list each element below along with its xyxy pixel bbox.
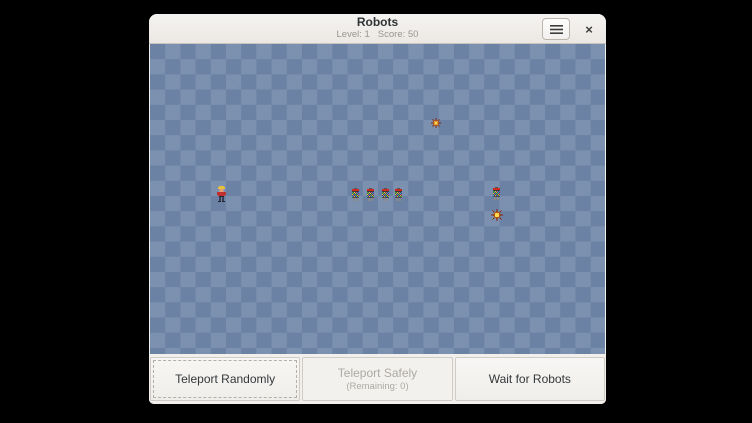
robot-sprite xyxy=(351,188,360,201)
robot-sprite xyxy=(394,188,403,201)
close-button[interactable]: × xyxy=(580,18,598,40)
menu-button[interactable] xyxy=(542,18,570,40)
wait-for-robots-button[interactable]: Wait for Robots xyxy=(455,357,605,401)
titlebar-controls: × xyxy=(542,14,598,44)
robots-window: Robots Level: 1 Score: 50 × xyxy=(149,14,606,404)
level-indicator: Level: 1 xyxy=(337,29,370,40)
titlebar: Robots Level: 1 Score: 50 × xyxy=(149,14,606,44)
title-stack: Robots Level: 1 Score: 50 xyxy=(333,16,423,41)
window-subtitle: Level: 1 Score: 50 xyxy=(333,30,423,40)
robot-sprite xyxy=(381,188,390,201)
robot-sprite xyxy=(366,188,375,201)
junk-heap-sprite xyxy=(430,117,442,129)
score-indicator: Score: 50 xyxy=(378,29,419,40)
action-bar: Teleport Randomly Teleport Safely (Remai… xyxy=(149,354,606,404)
window-title: Robots xyxy=(333,16,423,29)
teleport-safely-label: Teleport Safely xyxy=(338,366,417,381)
hamburger-icon xyxy=(550,25,563,34)
teleport-safely-button[interactable]: Teleport Safely (Remaining: 0) xyxy=(302,357,452,401)
teleport-randomly-button[interactable]: Teleport Randomly xyxy=(150,357,300,401)
junk-heap-sprite xyxy=(490,208,504,222)
teleport-randomly-label: Teleport Randomly xyxy=(175,372,275,387)
robot-sprite xyxy=(492,187,501,200)
wait-for-robots-label: Wait for Robots xyxy=(489,372,571,387)
teleport-safely-remaining: (Remaining: 0) xyxy=(346,381,408,393)
game-board[interactable] xyxy=(150,44,605,354)
player-sprite xyxy=(216,186,227,202)
close-icon: × xyxy=(585,22,593,37)
